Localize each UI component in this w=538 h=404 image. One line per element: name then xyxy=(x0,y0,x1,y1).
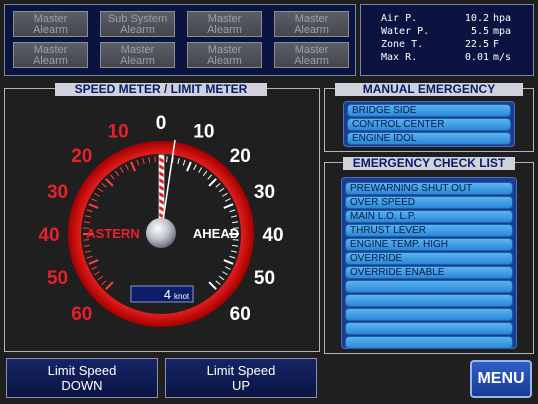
alarm-label: Alearm xyxy=(33,24,68,36)
button-label: UP xyxy=(231,378,251,393)
subsystem-alarm-button[interactable]: Sub System Alearm xyxy=(100,11,175,37)
ahead-tick-label: 40 xyxy=(262,225,283,246)
manual-emergency-list: BRIDGE SIDE CONTROL CENTER ENGINE IDOL xyxy=(343,101,515,147)
ahead-tick-label: 50 xyxy=(254,268,275,289)
manual-emergency-bridge-side[interactable]: BRIDGE SIDE xyxy=(347,104,511,117)
emergency-check-list-title: EMERGENCY CHECK LIST xyxy=(343,157,515,170)
menu-button[interactable]: MENU xyxy=(470,360,532,398)
button-label: DOWN xyxy=(61,378,103,393)
ahead-tick-label: 30 xyxy=(254,182,275,203)
gauge-face: 0102030405060102030405060 ASTERN AHEAD 4… xyxy=(38,113,284,327)
check-list-item[interactable]: PREWARNING SHUT OUT xyxy=(345,182,513,195)
manual-emergency-panel: MANUAL EMERGENCY BRIDGE SIDE CONTROL CEN… xyxy=(324,83,534,152)
emergency-check-list-panel: EMERGENCY CHECK LIST PREWARNING SHUT OUT… xyxy=(324,157,534,354)
ahead-tick-label: 60 xyxy=(230,304,251,325)
limit-speed-up-button[interactable]: Limit Speed UP xyxy=(165,358,317,398)
alarm-button[interactable]: Master Alearm xyxy=(274,11,349,37)
status-unit: F xyxy=(493,39,500,50)
speed-readout-unit: knot xyxy=(174,292,190,301)
button-label: Limit Speed xyxy=(47,363,117,378)
speed-meter-panel: 0 10 20 30 40 50 60 10 20 30 40 50 60 ASTERN AHEAD 4… xyxy=(4,83,320,352)
alarm-label: Alearm xyxy=(207,55,242,67)
check-list-item[interactable]: THRUST LEVER xyxy=(345,224,513,237)
manual-emergency-control-center[interactable]: CONTROL CENTER xyxy=(347,118,511,131)
alarm-label: Alearm xyxy=(33,55,68,67)
alarm-button[interactable]: Master Alearm xyxy=(187,11,262,37)
astern-tick-label: 30 xyxy=(47,182,68,203)
status-value: 5.5 xyxy=(470,26,489,37)
speed-readout-value: 4 xyxy=(164,287,171,302)
astern-tick-label: 20 xyxy=(71,146,92,167)
alarm-label: Alearm xyxy=(294,24,329,36)
check-list-item[interactable] xyxy=(345,280,513,293)
alarm-label: Alearm xyxy=(294,55,329,67)
alarm-label: Alearm xyxy=(120,55,155,67)
manual-emergency-engine-idol[interactable]: ENGINE IDOL xyxy=(347,132,511,145)
status-value: 10.2 xyxy=(464,13,489,24)
alarm-button[interactable]: Master Alearm xyxy=(274,42,349,68)
alarm-label: Alearm xyxy=(207,24,242,36)
button-label: Limit Speed xyxy=(206,363,276,378)
check-list-item[interactable] xyxy=(345,336,513,349)
speed-gauge: 0102030405060102030405060 ASTERN AHEAD 4… xyxy=(38,113,284,327)
status-unit: mpa xyxy=(493,26,512,37)
gauge-hub xyxy=(146,218,176,248)
astern-tick-label: 60 xyxy=(71,304,92,325)
check-list-item[interactable]: OVERRIDE ENABLE xyxy=(345,266,513,279)
astern-tick-label: 50 xyxy=(47,268,68,289)
status-value: 22.5 xyxy=(464,39,489,50)
ahead-label: AHEAD xyxy=(193,226,239,241)
status-value: 0.01 xyxy=(464,52,489,63)
alarm-button[interactable]: Master Alearm xyxy=(13,42,88,68)
astern-tick-label: 40 xyxy=(38,225,59,246)
speed-meter-title: SPEED METER / LIMIT METER xyxy=(55,83,267,96)
astern-label: ASTERN xyxy=(86,226,139,241)
status-unit: hpa xyxy=(493,13,512,24)
alarm-button[interactable]: Master Alearm xyxy=(100,42,175,68)
alarm-panel: Master Alearm Sub System Alearm Master Alea… xyxy=(4,4,356,76)
check-list-item[interactable] xyxy=(345,308,513,321)
alarm-button[interactable]: Master Alearm xyxy=(187,42,262,68)
check-list-item[interactable]: OVERRIDE xyxy=(345,252,513,265)
status-unit: m/s xyxy=(493,52,512,63)
status-readout: Air P. 10.2 hpa Water P. 5.5 mpa Zone T.… xyxy=(360,4,534,76)
check-list-item[interactable]: ENGINE TEMP. HIGH xyxy=(345,238,513,251)
alarm-button[interactable]: Master Alearm xyxy=(13,11,88,37)
check-list-item[interactable] xyxy=(345,294,513,307)
check-list-item[interactable]: OVER SPEED xyxy=(345,196,513,209)
ahead-tick-label: 20 xyxy=(230,146,251,167)
astern-tick-label: 10 xyxy=(108,122,129,143)
ahead-tick-label: 10 xyxy=(193,122,214,143)
check-list-item[interactable]: MAIN L.O. L.P. xyxy=(345,210,513,223)
limit-speed-down-button[interactable]: Limit Speed DOWN xyxy=(6,358,158,398)
manual-emergency-title: MANUAL EMERGENCY xyxy=(335,83,523,96)
alarm-label: Alearm xyxy=(120,24,155,36)
emergency-check-list: PREWARNING SHUT OUT OVER SPEED MAIN L.O.… xyxy=(341,177,517,349)
zero-tick-label: 0 xyxy=(156,113,167,134)
check-list-item[interactable] xyxy=(345,322,513,335)
